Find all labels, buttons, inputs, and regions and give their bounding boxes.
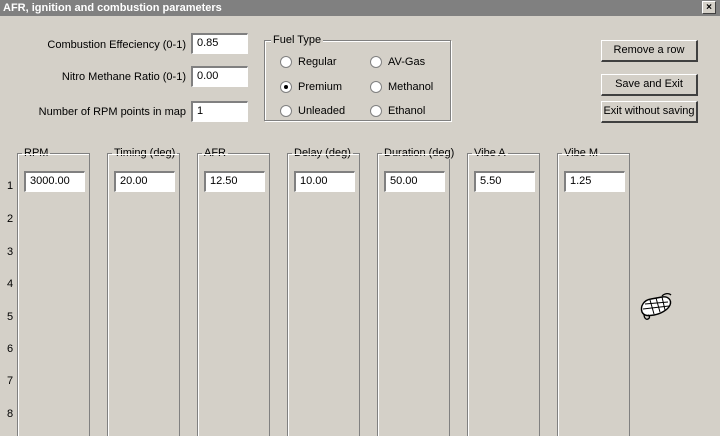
radio-checked-icon — [280, 81, 292, 93]
row-number: 4 — [7, 278, 14, 290]
row-number: 3 — [7, 246, 14, 258]
duration-value-field[interactable]: 50.00 — [384, 171, 445, 192]
fuel-type-group: Fuel Type Regular Premium Unleaded AV-Ga… — [264, 34, 451, 121]
column-vibe-m: Vibe M — [557, 147, 630, 436]
radio-circle-icon — [370, 81, 382, 93]
fuel-radio-premium[interactable]: Premium — [280, 80, 342, 94]
remove-row-button[interactable]: Remove a row — [601, 40, 698, 62]
column-title: Vibe M — [562, 147, 601, 159]
delay-value-field[interactable]: 10.00 — [294, 171, 355, 192]
fuel-radio-ethanol[interactable]: Ethanol — [370, 104, 425, 118]
row-number: 5 — [7, 311, 14, 323]
column-afr: AFR — [197, 147, 270, 436]
window-title: AFR, ignition and combustion parameters — [3, 2, 222, 14]
fuel-radio-methanol[interactable]: Methanol — [370, 80, 433, 94]
row-number: 1 — [7, 180, 14, 192]
column-title: Vibe A — [472, 147, 508, 159]
row-number: 6 — [7, 343, 14, 355]
fuel-type-title: Fuel Type — [271, 34, 324, 46]
timing-value-field[interactable]: 20.00 — [114, 171, 175, 192]
column-title: Timing (deg) — [112, 147, 178, 159]
fuel-radio-regular[interactable]: Regular — [280, 55, 337, 69]
combustion-efficiency-label: Combustion Effeciency (0-1) — [47, 39, 186, 51]
save-and-exit-button[interactable]: Save and Exit — [601, 74, 698, 96]
mouse-icon — [640, 292, 672, 320]
radio-circle-icon — [370, 105, 382, 117]
vibe-m-value-field[interactable]: 1.25 — [564, 171, 625, 192]
vibe-a-value-field[interactable]: 5.50 — [474, 171, 535, 192]
fuel-radio-avgas[interactable]: AV-Gas — [370, 55, 425, 69]
radio-circle-icon — [280, 56, 292, 68]
combustion-efficiency-field[interactable]: 0.85 — [191, 33, 248, 54]
title-bar: AFR, ignition and combustion parameters … — [0, 0, 720, 16]
column-title: Delay (deg) — [292, 147, 353, 159]
column-vibe-a: Vibe A — [467, 147, 540, 436]
rpm-points-label: Number of RPM points in map — [38, 106, 186, 118]
column-title: RPM — [22, 147, 51, 159]
rpm-points-field[interactable]: 1 — [191, 101, 248, 122]
rpm-value-field[interactable]: 3000.00 — [24, 171, 85, 192]
column-duration: Duration (deg) — [377, 147, 457, 436]
column-rpm: RPM — [17, 147, 90, 436]
column-title: Duration (deg) — [382, 147, 457, 159]
radio-circle-icon — [370, 56, 382, 68]
fuel-radio-unleaded[interactable]: Unleaded — [280, 104, 345, 118]
column-timing: Timing (deg) — [107, 147, 180, 436]
row-number: 8 — [7, 408, 14, 420]
column-delay: Delay (deg) — [287, 147, 360, 436]
radio-circle-icon — [280, 105, 292, 117]
afr-value-field[interactable]: 12.50 — [204, 171, 265, 192]
close-button[interactable]: × — [702, 1, 716, 14]
nitro-methane-field[interactable]: 0.00 — [191, 66, 248, 87]
row-number: 7 — [7, 375, 14, 387]
nitro-methane-label: Nitro Methane Ratio (0-1) — [61, 71, 186, 83]
exit-without-saving-button[interactable]: Exit without saving — [601, 101, 698, 123]
column-title: AFR — [202, 147, 228, 159]
row-number: 2 — [7, 213, 14, 225]
